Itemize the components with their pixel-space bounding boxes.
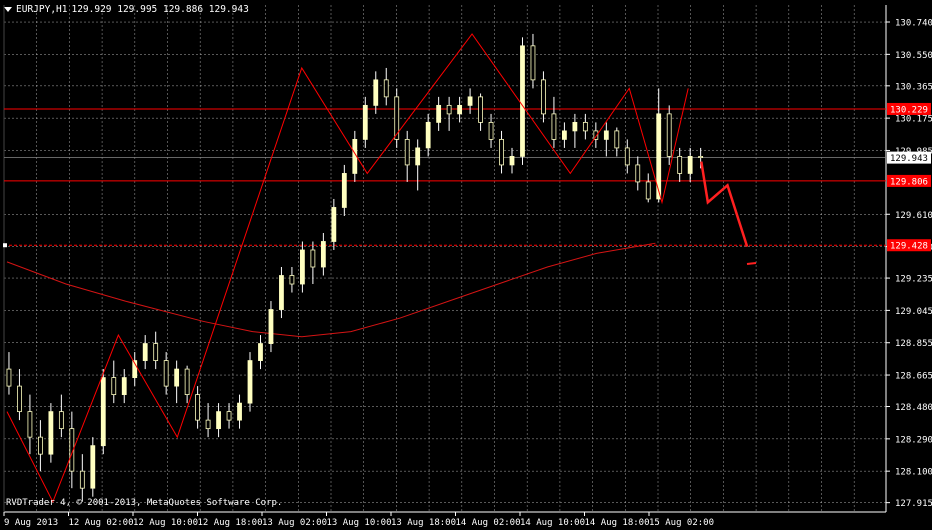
x-tick-label: 12 Aug 18:00 xyxy=(198,518,263,528)
candle-body xyxy=(436,104,442,123)
candle-body xyxy=(341,173,347,208)
candle-body xyxy=(90,445,96,489)
y-tick-label: 130.740 xyxy=(895,19,932,29)
y-tick-label: 128.290 xyxy=(895,435,932,445)
current-price-label: 129.943 xyxy=(890,154,928,164)
candle-body xyxy=(425,121,431,149)
candle-body xyxy=(562,130,567,140)
candle-body xyxy=(226,411,232,421)
price-level-label: 129.806 xyxy=(890,177,928,187)
candle-body xyxy=(457,104,463,115)
candle-body xyxy=(300,249,305,285)
candle-body xyxy=(687,156,693,174)
candle-body xyxy=(499,139,504,166)
candle-body xyxy=(6,368,12,387)
candle-body xyxy=(603,130,609,140)
price-level-label: 130.229 xyxy=(890,105,928,115)
candle-body xyxy=(624,147,630,166)
candle-body xyxy=(467,96,473,106)
candle-body xyxy=(38,436,43,455)
level-handle xyxy=(3,243,7,248)
candle-body xyxy=(205,419,211,430)
price-level-label: 129.428 xyxy=(890,242,928,252)
y-tick-label: 128.100 xyxy=(895,468,932,478)
candle-body xyxy=(310,249,316,268)
candle-body xyxy=(614,130,620,149)
x-tick-label: 13 Aug 02:00 xyxy=(262,518,327,528)
candle-body xyxy=(163,360,169,387)
x-tick-label: 14 Aug 10:00 xyxy=(520,518,585,528)
candle-body xyxy=(237,402,242,421)
forecast-mark xyxy=(746,262,757,265)
candle-body xyxy=(415,147,421,166)
y-tick-label: 130.550 xyxy=(895,51,932,61)
x-tick-label: 14 Aug 02:00 xyxy=(456,518,521,528)
candle-body xyxy=(289,275,295,285)
candle-body xyxy=(111,377,117,396)
candle-body xyxy=(331,207,337,242)
x-tick-label: 12 Aug 02:00 xyxy=(69,518,134,528)
y-tick-label: 130.365 xyxy=(895,82,932,92)
candle-body xyxy=(541,79,546,115)
candle-body xyxy=(635,164,641,183)
candle-body xyxy=(247,360,253,404)
candle-body xyxy=(582,121,588,132)
candle-body xyxy=(195,394,201,421)
x-tick-label: 13 Aug 10:00 xyxy=(327,518,392,528)
candle-body xyxy=(383,79,389,98)
x-tick-label: 15 Aug 02:00 xyxy=(649,518,714,528)
candle-body xyxy=(17,385,22,413)
candle-body xyxy=(268,309,274,344)
y-tick-label: 129.235 xyxy=(895,275,932,285)
x-tick-label: 9 Aug 2013 xyxy=(4,518,58,528)
candle-body xyxy=(121,377,127,396)
x-tick-label: 13 Aug 18:00 xyxy=(391,518,456,528)
candle-body xyxy=(488,121,494,140)
forecast-line xyxy=(700,161,749,247)
candle-body xyxy=(258,343,263,361)
y-tick-label: 128.665 xyxy=(895,372,932,382)
candle-body xyxy=(645,181,651,200)
candle-body xyxy=(320,241,326,268)
candle-body xyxy=(100,377,106,447)
candle-body xyxy=(216,411,221,430)
y-tick-label: 128.855 xyxy=(895,339,932,349)
candle-body xyxy=(362,104,368,140)
candle-body xyxy=(174,368,180,387)
y-tick-label: 127.915 xyxy=(895,499,932,509)
candle-body xyxy=(572,121,578,132)
x-tick-label: 14 Aug 18:00 xyxy=(585,518,650,528)
candle-body xyxy=(279,275,284,310)
candle-body xyxy=(373,79,379,106)
candle-body xyxy=(509,156,515,166)
candle-body xyxy=(677,156,683,174)
candle-body xyxy=(698,156,704,159)
y-tick-label: 129.045 xyxy=(895,307,932,317)
candle-body xyxy=(404,139,410,166)
y-tick-label: 130.175 xyxy=(895,115,932,125)
candle-body xyxy=(79,470,85,489)
x-tick-label: 12 Aug 10:00 xyxy=(133,518,198,528)
candle-body xyxy=(551,113,557,140)
candle-body xyxy=(153,343,159,361)
candle-body xyxy=(58,411,64,430)
candle-body xyxy=(142,343,148,361)
candle-body xyxy=(520,45,525,157)
candle-body xyxy=(530,45,536,81)
y-tick-label: 129.610 xyxy=(895,211,932,221)
price-chart[interactable]: 130.740130.550130.365130.175129.985129.6… xyxy=(0,0,932,530)
candle-body xyxy=(446,104,452,115)
candle-body xyxy=(184,368,190,396)
candle-body xyxy=(27,411,33,438)
y-tick-label: 128.480 xyxy=(895,403,932,413)
candle-body xyxy=(48,411,54,455)
zigzag-line xyxy=(6,33,689,504)
candle-body xyxy=(478,96,483,123)
copyright-label: RVDTrader 4, © 2001-2013, MetaQuotes Sof… xyxy=(6,498,283,508)
candle-body xyxy=(666,113,672,157)
